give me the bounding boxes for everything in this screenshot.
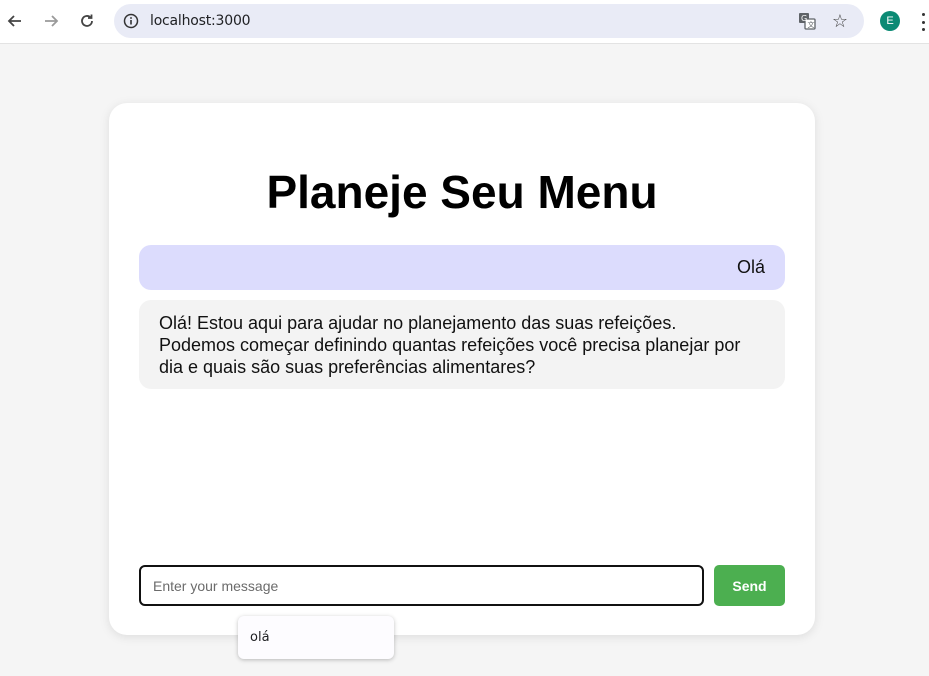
autocomplete-popup: olá bbox=[238, 616, 394, 659]
message-input[interactable] bbox=[139, 565, 704, 606]
browser-toolbar: localhost:3000 G文 ☆ E bbox=[0, 0, 929, 44]
svg-text:文: 文 bbox=[808, 20, 815, 29]
address-bar[interactable]: localhost:3000 G文 ☆ bbox=[114, 4, 864, 38]
page-title: Planeje Seu Menu bbox=[266, 166, 658, 218]
user-message: Olá bbox=[139, 245, 785, 290]
browser-menu-icon[interactable] bbox=[918, 11, 928, 33]
bot-message: Olá! Estou aqui para ajudar no planejame… bbox=[139, 300, 785, 389]
bookmark-star-icon[interactable]: ☆ bbox=[828, 9, 852, 33]
autocomplete-item[interactable]: olá bbox=[250, 630, 270, 645]
url-text: localhost:3000 bbox=[150, 13, 251, 29]
chat-card: Planeje Seu Menu Olá Olá! Estou aqui par… bbox=[109, 103, 815, 635]
reload-icon[interactable] bbox=[74, 8, 100, 34]
translate-icon[interactable]: G文 bbox=[796, 10, 818, 32]
svg-text:G: G bbox=[801, 14, 807, 23]
back-arrow-icon[interactable] bbox=[2, 8, 28, 34]
send-button[interactable]: Send bbox=[714, 565, 785, 606]
site-info-icon[interactable] bbox=[122, 12, 140, 30]
profile-avatar[interactable]: E bbox=[880, 11, 900, 31]
forward-arrow-icon[interactable] bbox=[38, 8, 64, 34]
